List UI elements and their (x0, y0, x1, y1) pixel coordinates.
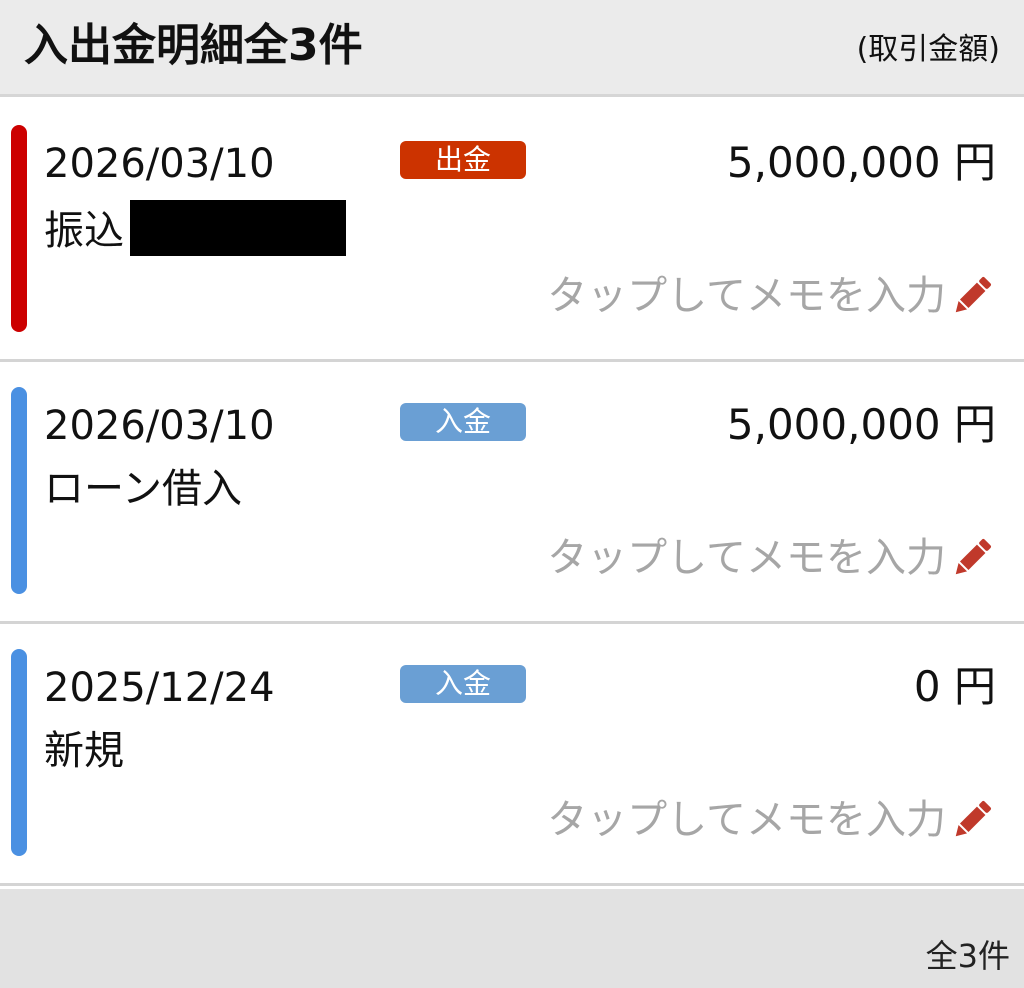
total-count: 全3件 (925, 937, 1010, 975)
memo-input-button[interactable]: タップしてメモを入力 (547, 268, 996, 324)
deposit-indicator-bar (11, 649, 27, 856)
transaction-amount: 5,000,000 円 (726, 138, 996, 187)
transaction-type-badge: 入金 (400, 403, 526, 441)
transaction-description: 新規 (44, 728, 124, 774)
pencil-icon[interactable] (948, 272, 996, 320)
transaction-amount: 0 円 (913, 662, 996, 711)
memo-input-button[interactable]: タップしてメモを入力 (547, 530, 996, 586)
pencil-icon[interactable] (948, 796, 996, 844)
transaction-description: ローン借入 (44, 466, 242, 512)
memo-placeholder: タップしてメモを入力 (547, 535, 946, 581)
transaction-row[interactable]: 2025/12/24 新規 入金 0 円 タップしてメモを入力 (0, 624, 1024, 886)
transaction-amount: 5,000,000 円 (726, 400, 996, 449)
transaction-description-text: 振込 (44, 208, 124, 254)
deposit-indicator-bar (11, 387, 27, 594)
transaction-date: 2026/03/10 (44, 141, 275, 187)
transaction-date: 2026/03/10 (44, 403, 275, 449)
transaction-date: 2025/12/24 (44, 665, 275, 711)
memo-placeholder: タップしてメモを入力 (547, 797, 946, 843)
transaction-type-badge: 入金 (400, 665, 526, 703)
withdrawal-indicator-bar (11, 125, 27, 332)
memo-placeholder: タップしてメモを入力 (547, 273, 946, 319)
page-title: 入出金明細全3件 (24, 20, 363, 71)
transaction-type-badge: 出金 (400, 141, 526, 179)
amount-column-label: (取引金額) (856, 32, 1000, 67)
redacted-block (130, 200, 346, 256)
header: 入出金明細全3件 (取引金額) (0, 0, 1024, 97)
memo-input-button[interactable]: タップしてメモを入力 (547, 792, 996, 848)
transaction-row[interactable]: 2026/03/10 振込 出金 5,000,000 円 タップしてメモを入力 (0, 100, 1024, 362)
transaction-row[interactable]: 2026/03/10 ローン借入 入金 5,000,000 円 タップしてメモを… (0, 362, 1024, 624)
transaction-list: 2026/03/10 振込 出金 5,000,000 円 タップしてメモを入力 … (0, 100, 1024, 886)
pencil-icon[interactable] (948, 534, 996, 582)
transaction-description: 振込 (44, 200, 346, 258)
footer: 全3件 (0, 889, 1024, 988)
